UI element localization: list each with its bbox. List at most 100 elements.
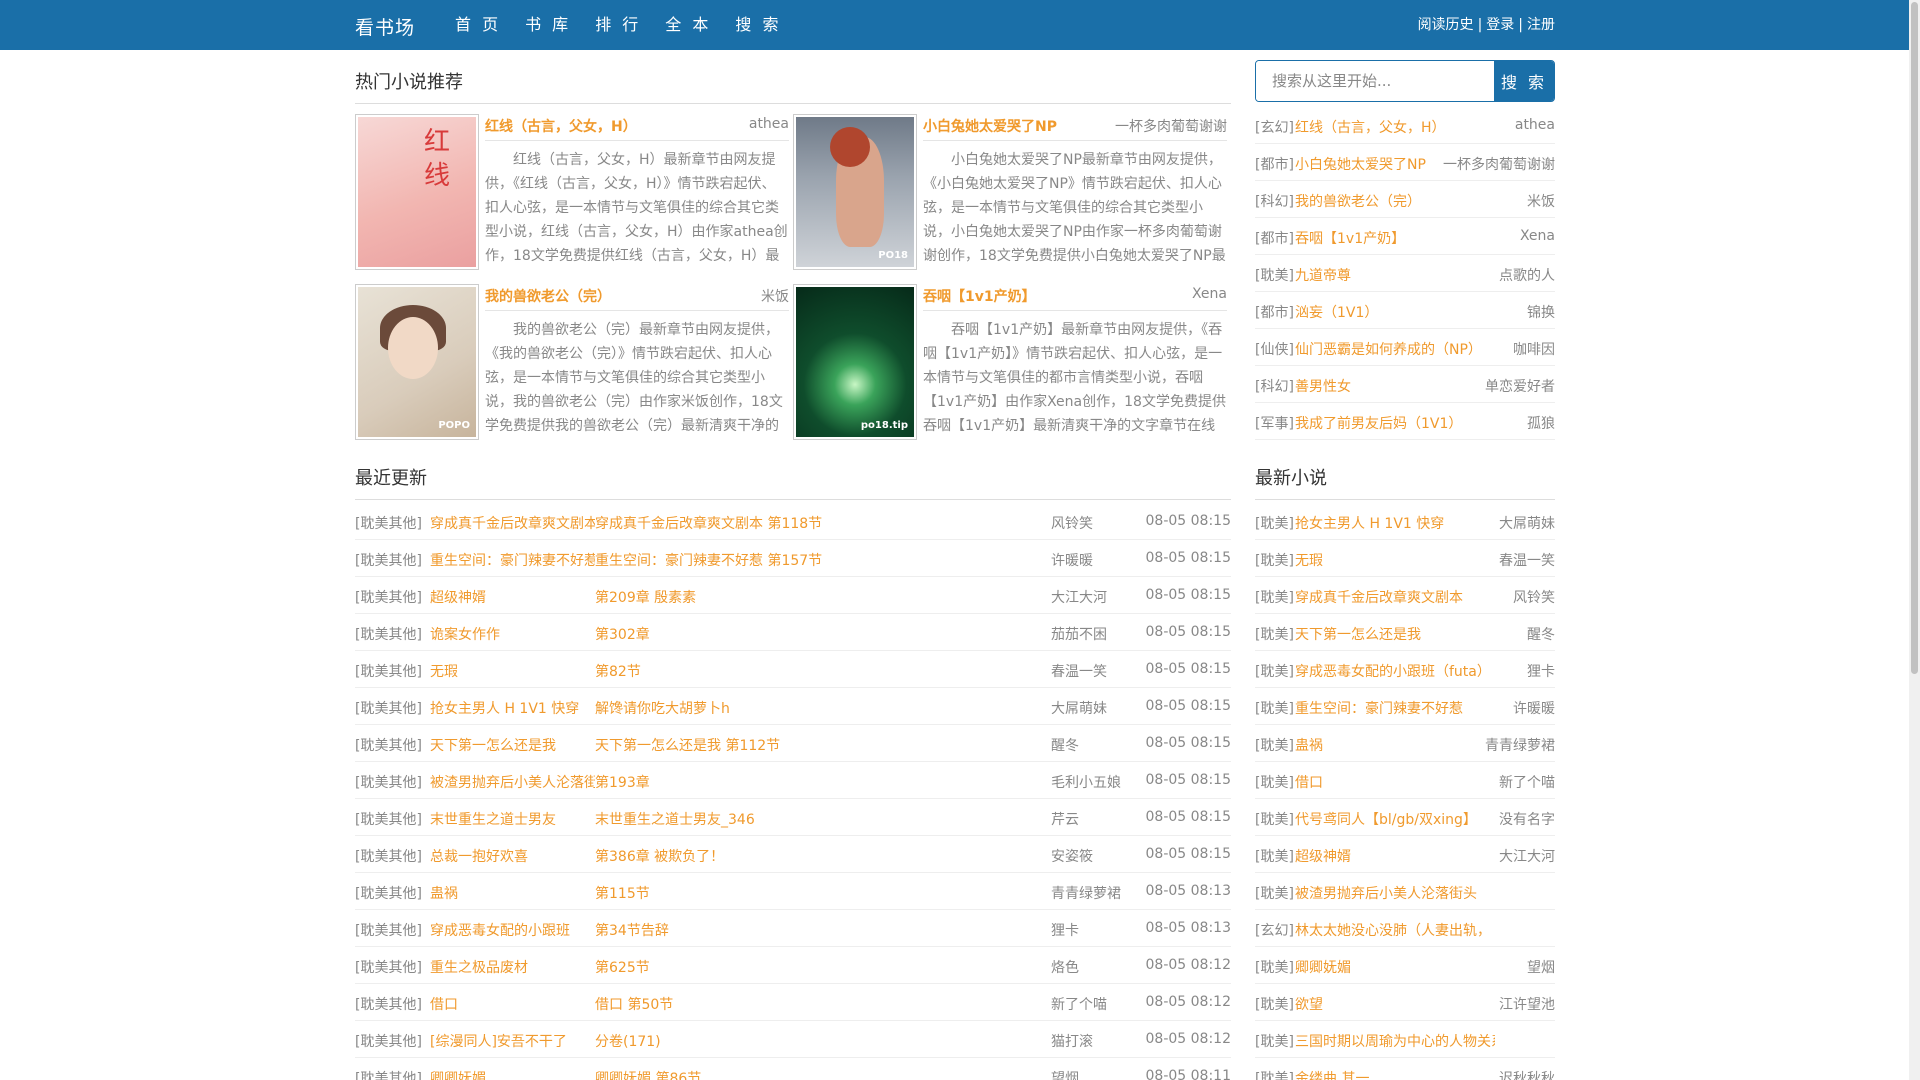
page-scrollbar[interactable]: [1909, 0, 1920, 1080]
nav-completed[interactable]: 全 本: [665, 0, 711, 50]
book-title-link[interactable]: 蛊祸: [1295, 735, 1323, 755]
book-title-link[interactable]: 善男性女: [1295, 376, 1351, 396]
book-title-link[interactable]: 吞咽【1v1产奶】: [1295, 228, 1405, 248]
nav-library[interactable]: 书 库: [525, 0, 571, 50]
chapter-link[interactable]: 第386章 被欺负了！: [595, 846, 1015, 866]
book-title-link[interactable]: 三国时期以周瑜为中心的人物关系探究: [1295, 1031, 1495, 1051]
book-title-link[interactable]: 欲望: [1295, 994, 1323, 1014]
hot-book-title[interactable]: 我的兽欲老公（完）: [485, 286, 611, 306]
book-title-link[interactable]: 总裁一抱好欢喜: [430, 846, 595, 866]
cover-title-text: 红线: [424, 127, 451, 191]
book-title-link[interactable]: 金缕曲 其一: [1295, 1068, 1369, 1080]
book-title-link[interactable]: 重生空间：豪门辣妻不好惹: [1295, 698, 1463, 718]
book-cover[interactable]: POPO: [355, 284, 479, 440]
book-title-link[interactable]: 无瑕: [1295, 550, 1323, 570]
update-time: 08-05 08:12: [1145, 994, 1231, 1010]
side-hot-row: [都市] 汹妄（1V1） 锦换: [1255, 292, 1555, 329]
book-title-link[interactable]: 超级神婿: [1295, 846, 1351, 866]
book-title-link[interactable]: 卿卿妩媚: [430, 1068, 595, 1080]
chapter-link[interactable]: 第115节: [595, 883, 1015, 903]
chapter-link[interactable]: 第209章 殷素素: [595, 587, 1015, 607]
cover-image: PO18: [796, 117, 914, 267]
book-title-link[interactable]: 蛊祸: [430, 883, 595, 903]
login-link[interactable]: 登录: [1486, 17, 1514, 33]
chapter-link[interactable]: 解馋请你吃大胡萝卜h: [595, 698, 1015, 718]
chapter-link[interactable]: 天下第一怎么还是我 第112节: [595, 735, 1015, 755]
table-row: [耽美其他] 蛊祸 第115节 青青绿萝裙 08-05 08:13: [355, 873, 1231, 910]
update-time: 08-05 08:15: [1145, 698, 1231, 714]
chapter-link[interactable]: 第82节: [595, 661, 1015, 681]
book-title-link[interactable]: 仙门恶霸是如何养成的（NP）: [1295, 339, 1482, 359]
register-link[interactable]: 注册: [1527, 17, 1555, 33]
hot-book-author: Xena: [1191, 286, 1227, 302]
book-title-link[interactable]: 我的兽欲老公（完）: [1295, 191, 1421, 211]
chapter-link[interactable]: 穿成真千金后改章爽文剧本 第118节: [595, 513, 1015, 533]
book-title-link[interactable]: 穿成真千金后改章爽文剧本: [1295, 587, 1463, 607]
book-title-link[interactable]: 被渣男抛弃后小美人沦落街头: [430, 772, 595, 792]
book-title-link[interactable]: 诡案女作作: [430, 624, 595, 644]
chapter-link[interactable]: 借口 第50节: [595, 994, 1015, 1014]
update-time: 08-05 08:15: [1145, 513, 1231, 529]
chapter-link[interactable]: 第34节告辞: [595, 920, 1015, 940]
book-title-link[interactable]: 末世重生之道士男友: [430, 809, 595, 829]
search-button[interactable]: 搜 索: [1494, 61, 1554, 101]
book-title-link[interactable]: [综漫同人]安吾不干了: [430, 1031, 595, 1051]
book-cover[interactable]: po18.tip: [793, 284, 917, 440]
book-category: [耽美]: [1255, 886, 1294, 902]
book-title-link[interactable]: 借口: [1295, 772, 1323, 792]
book-title-link[interactable]: 林太太她没心没肺（人妻出轨，: [1295, 920, 1491, 940]
book-author: Xena: [1513, 228, 1555, 244]
book-title-link[interactable]: 小白兔她太爱哭了NP: [1295, 154, 1426, 174]
nav-ranking[interactable]: 排 行: [595, 0, 641, 50]
book-cover[interactable]: 红线: [355, 114, 479, 270]
newest-section-title: 最新小说: [1255, 464, 1555, 500]
search-input[interactable]: [1256, 61, 1494, 101]
chapter-link[interactable]: 末世重生之道士男友_346: [595, 809, 1015, 829]
nav-home[interactable]: 首 页: [455, 0, 501, 50]
book-title-link[interactable]: 我成了前男友后妈（1V1）: [1295, 413, 1462, 433]
table-row: [耽美其他] 重生空间：豪门辣妻不好惹 重生空间：豪门辣妻不好惹 第157节 许暖暖 0…: [355, 540, 1231, 577]
reading-history-link[interactable]: 阅读历史: [1418, 17, 1474, 33]
hot-book-title[interactable]: 红线（古言，父女，H）: [485, 116, 637, 136]
book-title-link[interactable]: 卿卿妩媚: [1295, 957, 1351, 977]
hot-book-card: POPO 我的兽欲老公（完） 米饭 我的兽欲老公（完）最新章节由网友提供，《我的…: [355, 284, 789, 440]
chapter-link[interactable]: 分卷(171): [595, 1031, 1015, 1051]
book-title-link[interactable]: 重生空间：豪门辣妻不好惹: [430, 550, 595, 570]
table-row: [耽美其他] 诡案女作作 第302章 茄茄不困 08-05 08:15: [355, 614, 1231, 651]
book-title-link[interactable]: 代号鸢同人【bl/gb/双xing】: [1295, 809, 1477, 829]
book-author: 青青绿萝裙: [1051, 886, 1121, 902]
book-title-link[interactable]: 抢女主男人 H 1V1 快穿: [1295, 513, 1444, 533]
chapter-link[interactable]: 重生空间：豪门辣妻不好惹 第157节: [595, 550, 1015, 570]
book-category: [耽美]: [1255, 553, 1294, 569]
book-title-link[interactable]: 重生之极品废材: [430, 957, 595, 977]
book-title-link[interactable]: 红线（古言，父女，H）: [1295, 117, 1446, 137]
scrollbar-thumb[interactable]: [1911, 2, 1918, 674]
book-title-link[interactable]: 无瑕: [430, 661, 595, 681]
book-title-link[interactable]: 天下第一怎么还是我: [430, 735, 595, 755]
hot-book-title[interactable]: 吞咽【1v1产奶】: [923, 286, 1036, 306]
side-hot-row: [科幻] 我的兽欲老公（完） 米饭: [1255, 181, 1555, 218]
book-category: [科幻]: [1255, 194, 1294, 210]
chapter-link[interactable]: 卿卿妩媚 第86节: [595, 1068, 1015, 1080]
navbar-inner: 看书场 首 页 书 库 排 行 全 本 搜 索 阅读历史 | 登录 | 注册: [355, 0, 1555, 50]
book-title-link[interactable]: 被渣男抛弃后小美人沦落街头: [1295, 883, 1477, 903]
book-cover[interactable]: PO18: [793, 114, 917, 270]
book-title-link[interactable]: 抢女主男人 H 1V1 快穿: [430, 698, 595, 718]
book-title-link[interactable]: 穿成真千金后改章爽文剧本: [430, 513, 595, 533]
book-title-link[interactable]: 汹妄（1V1）: [1295, 302, 1378, 322]
book-title-link[interactable]: 穿成恶毒女配的小跟班（futa）: [1295, 661, 1491, 681]
chapter-link[interactable]: 第193章: [595, 772, 1015, 792]
chapter-link[interactable]: 第625节: [595, 957, 1015, 977]
book-title-link[interactable]: 天下第一怎么还是我: [1295, 624, 1421, 644]
site-logo[interactable]: 看书场: [355, 13, 415, 40]
chapter-link[interactable]: 第302章: [595, 624, 1015, 644]
book-title-link[interactable]: 借口: [430, 994, 595, 1014]
book-title-link[interactable]: 九道帝尊: [1295, 265, 1351, 285]
book-title-link[interactable]: 穿成恶毒女配的小跟班: [430, 920, 595, 940]
nav-search[interactable]: 搜 索: [735, 0, 781, 50]
hot-book-title[interactable]: 小白兔她太爱哭了NP: [923, 116, 1057, 136]
book-category: [耽美其他]: [355, 701, 422, 717]
divider: [923, 310, 1227, 311]
side-hot-row: [仙侠] 仙门恶霸是如何养成的（NP） 咖啡因: [1255, 329, 1555, 366]
book-title-link[interactable]: 超级神婿: [430, 587, 595, 607]
